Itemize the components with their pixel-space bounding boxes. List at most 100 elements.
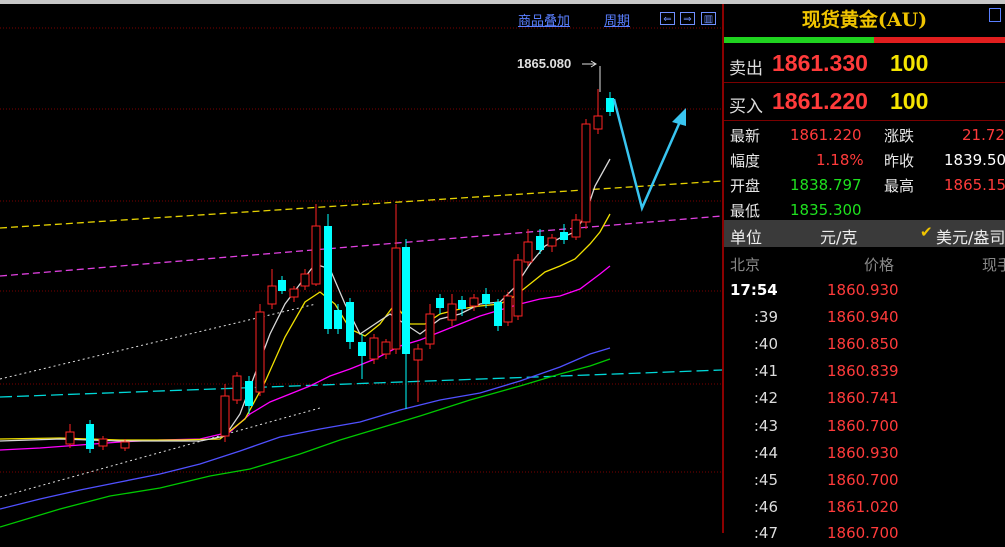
tick-row: :44 1860.930 [724,440,1005,467]
split-icon[interactable]: ▥ [701,12,716,25]
candle-body [523,241,533,263]
tick-row: :42 1860.741 [724,385,1005,412]
candle-body [482,294,490,304]
candle-body [278,280,286,291]
sell-quote-row[interactable]: 卖出 1861.330 100 [724,45,1005,83]
candle-body [289,288,299,298]
candle-body [581,123,591,223]
tick-time: :43 [753,417,778,435]
candle-body [98,438,108,447]
candle-body [65,431,75,445]
tick-time: :45 [753,471,778,489]
low-value: 1835.300 [790,201,862,219]
buy-volume: 100 [890,88,929,114]
moving-average-10 [0,213,611,441]
tick-price: 1860.700 [827,417,899,435]
open-value: 1838.797 [790,176,862,194]
unit-row[interactable]: 单位 元/克 ✔ 美元/盎司 [724,220,1005,247]
tick-row: :39 1860.940 [724,304,1005,331]
bid-ask-bar [724,37,1005,43]
candle-body [311,225,321,285]
candle-body [571,219,581,238]
candle-body [593,115,603,130]
tick-row: :46 1861.020 [724,494,1005,521]
tick-price: 1860.700 [827,524,899,542]
candle-body [469,297,479,307]
change-label: 涨跌 [884,127,915,145]
quote-panel: 现货黄金(AU) 卖出 1861.330 100 买入 1861.220 100… [724,4,1005,542]
amplitude-label: 幅度 [730,152,761,170]
candle-body [300,273,310,287]
arrow-left-icon[interactable]: ⇐ [660,12,675,25]
high-label: 最高 [884,177,915,195]
overlay-button[interactable]: 商品叠加 [518,10,570,29]
tick-row: :45 1860.700 [724,467,1005,494]
tick-price: 1860.850 [827,335,899,353]
unit-yuan-per-gram[interactable]: 元/克 [820,224,857,248]
period-button[interactable]: 周期 [604,10,630,29]
candle-body [458,300,466,309]
tick-price: 1861.020 [827,498,899,516]
tick-time: 17:54 [730,281,778,299]
candle-body [346,302,354,342]
candle-body [267,285,277,305]
tick-price: 1860.930 [827,281,899,299]
tick-row: :43 1860.700 [724,413,1005,440]
instrument-title: 现货黄金(AU) [801,9,928,31]
candle-body [560,232,568,240]
tick-price: 1860.741 [827,389,899,407]
candle-body [447,303,457,321]
candle-body [220,395,230,437]
unit-usd-per-ounce[interactable]: 美元/盎司 [936,224,1005,248]
candlestick-chart[interactable]: 1865.080 商品叠加 周期 ⇐ ⇒ ▥ [0,4,722,533]
unit-label: 单位 [730,228,763,247]
latest-value: 1861.220 [790,126,862,144]
change-value: 21.72 [962,126,1005,144]
low-label: 最低 [730,202,761,220]
arrow-right-icon[interactable]: ⇒ [680,12,695,25]
tick-row: :47 1860.700 [724,520,1005,547]
tick-time: :41 [753,362,778,380]
candle-body [494,302,502,326]
candle-body [547,237,557,247]
latest-label: 最新 [730,127,761,145]
tick-price: 1860.940 [827,308,899,326]
candle-body [120,441,130,449]
tick-price-header: 价格 [864,256,895,274]
window-toggle-icon[interactable] [989,8,1001,22]
candle-body [381,341,391,355]
candle-body [402,247,410,354]
candle-body [503,295,513,323]
candle-body [425,313,435,345]
candle-body [536,236,544,250]
tick-row: :41 1860.839 [724,358,1005,385]
max-price-label: 1865.080 [517,56,571,71]
prev-close-value: 1839.50 [944,151,1005,169]
candle-body [391,247,401,350]
buy-price: 1861.220 [772,88,868,114]
buy-quote-row[interactable]: 买入 1861.220 100 [724,83,1005,121]
trendline-yellow [0,180,722,229]
trendline-white-lower [0,407,321,498]
tick-time: :44 [753,444,778,462]
sell-label: 卖出 [729,59,763,79]
sell-price: 1861.330 [772,50,868,76]
tick-table-header: 北京 价格 现手 [724,251,1005,275]
buy-label: 买入 [729,97,763,117]
candle-body [334,310,342,329]
sell-volume: 100 [890,50,929,76]
amplitude-value: 1.18% [816,151,864,169]
candle-body [255,311,265,393]
chart-canvas[interactable]: 1865.080 [0,4,722,533]
candle-body [324,226,332,329]
trendline-white-upper [0,303,317,380]
high-value: 1865.15 [944,176,1005,194]
candle-body [369,337,379,360]
trendline-magenta [0,215,722,277]
forecast-arrowhead [672,108,686,126]
open-label: 开盘 [730,177,761,195]
candle-body [245,381,253,406]
tick-row: 17:54 1860.930 [724,277,1005,304]
candle-body [513,259,523,317]
tick-current-header: 现手 [982,256,1005,274]
